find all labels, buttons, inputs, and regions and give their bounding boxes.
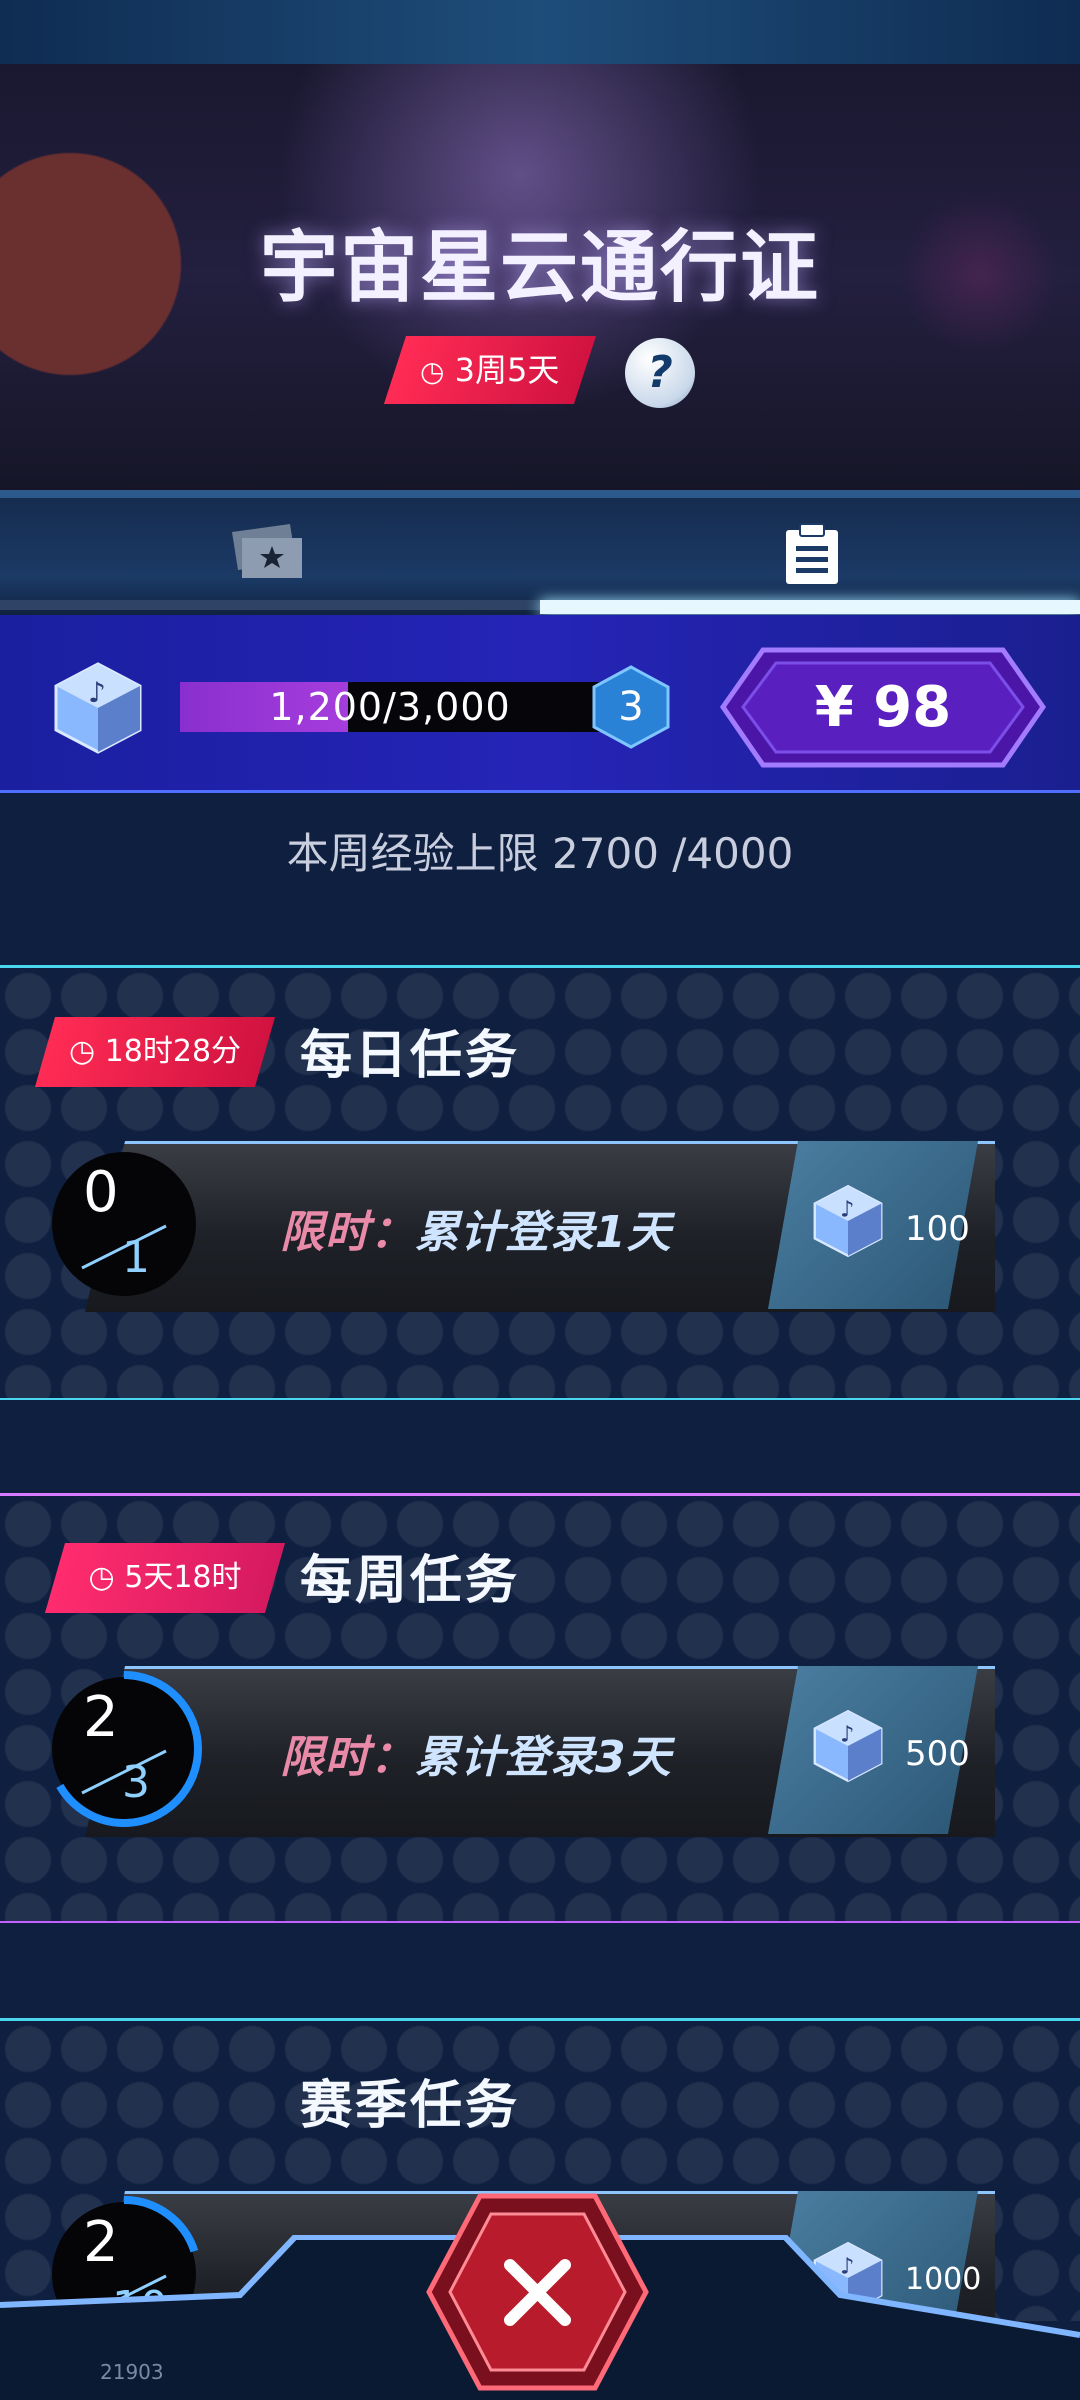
tab-bar: [0, 490, 1080, 615]
season-title: 赛季任务: [300, 2076, 521, 2136]
tab-indicator-active: [540, 600, 1080, 614]
weekly-task-text: 限时：累计登录3天: [280, 1721, 672, 1785]
weekly-timer-badge: ◷ 5天18时: [44, 1543, 286, 1613]
clipboard-icon[interactable]: [782, 522, 842, 586]
daily-task-text: 限时：累计登录1天: [280, 1196, 672, 1260]
xp-text: 1,200/3,000: [269, 685, 511, 729]
svg-text:♪: ♪: [840, 1196, 854, 1222]
daily-timer-text: 18时28分: [104, 1034, 242, 1069]
weekly-progress-current: 2: [83, 1685, 119, 1750]
music-cube-icon: ♪: [813, 1709, 883, 1783]
daily-reward-value: 100: [905, 1209, 970, 1249]
level-number: 3: [618, 684, 644, 730]
tab-indicator-track: [0, 600, 540, 610]
music-cube-icon: ♪: [813, 1184, 883, 1258]
task-description: 累计登录1天: [415, 1207, 672, 1258]
clock-icon: ◷: [88, 1560, 115, 1595]
svg-text:♪: ♪: [840, 1721, 854, 1747]
daily-progress-total: 1: [122, 1232, 150, 1283]
help-button[interactable]: ?: [625, 338, 695, 408]
daily-progress-current: 0: [83, 1160, 119, 1225]
clock-icon: ◷: [420, 355, 445, 388]
task-description: 累计登录3天: [415, 1732, 672, 1783]
task-prefix: 限时：: [280, 1207, 415, 1258]
ticket-star-icon[interactable]: [230, 522, 305, 580]
daily-timer-badge: ◷ 18时28分: [34, 1017, 276, 1087]
daily-title: 每日任务: [300, 1026, 521, 1086]
weekly-progress-total: 3: [122, 1757, 150, 1808]
page-title: 宇宙星云通行证: [259, 223, 820, 313]
music-cube-icon: ♪: [54, 662, 142, 754]
season-timer-badge: ◷ 3周5天: [383, 336, 597, 404]
task-prefix: 限时：: [280, 1732, 415, 1783]
weekly-xp-limit: 本周经验上限 2700 /4000: [286, 829, 794, 878]
season-timer-text: 3周5天: [454, 351, 560, 389]
buy-pass-button[interactable]: ¥ 98: [718, 645, 1048, 770]
weekly-title: 每周任务: [300, 1551, 521, 1611]
top-strip: [0, 0, 1080, 64]
weekly-reward-value: 500: [905, 1734, 970, 1774]
clock-icon: ◷: [68, 1034, 96, 1069]
weekly-timer-text: 5天18时: [124, 1560, 242, 1595]
build-number: 21903: [100, 2360, 164, 2384]
close-button[interactable]: [425, 2192, 650, 2392]
svg-text:♪: ♪: [88, 676, 106, 709]
